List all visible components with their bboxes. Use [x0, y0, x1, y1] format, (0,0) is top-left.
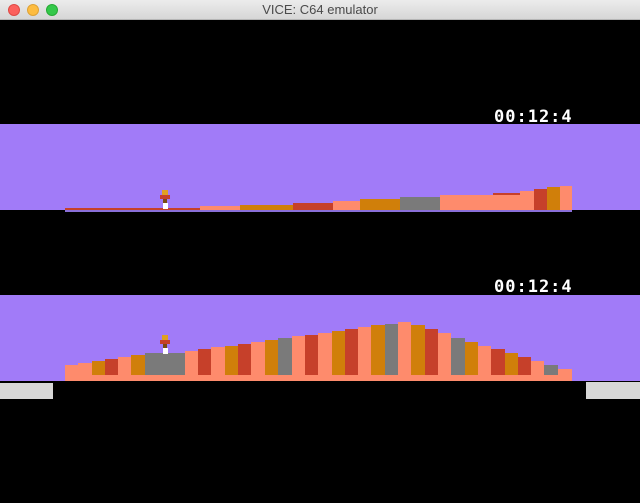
- player2-terrain: [65, 322, 572, 381]
- emulator-screen[interactable]: 00:12:4 00:12:4: [0, 20, 640, 503]
- player1-terrain: [65, 186, 572, 212]
- window-title: VICE: C64 emulator: [262, 2, 378, 17]
- game-field: [65, 186, 572, 381]
- skier-sprite-icon: [160, 335, 170, 354]
- skier-sprite-icon: [160, 190, 170, 209]
- window-titlebar: VICE: C64 emulator: [0, 0, 640, 20]
